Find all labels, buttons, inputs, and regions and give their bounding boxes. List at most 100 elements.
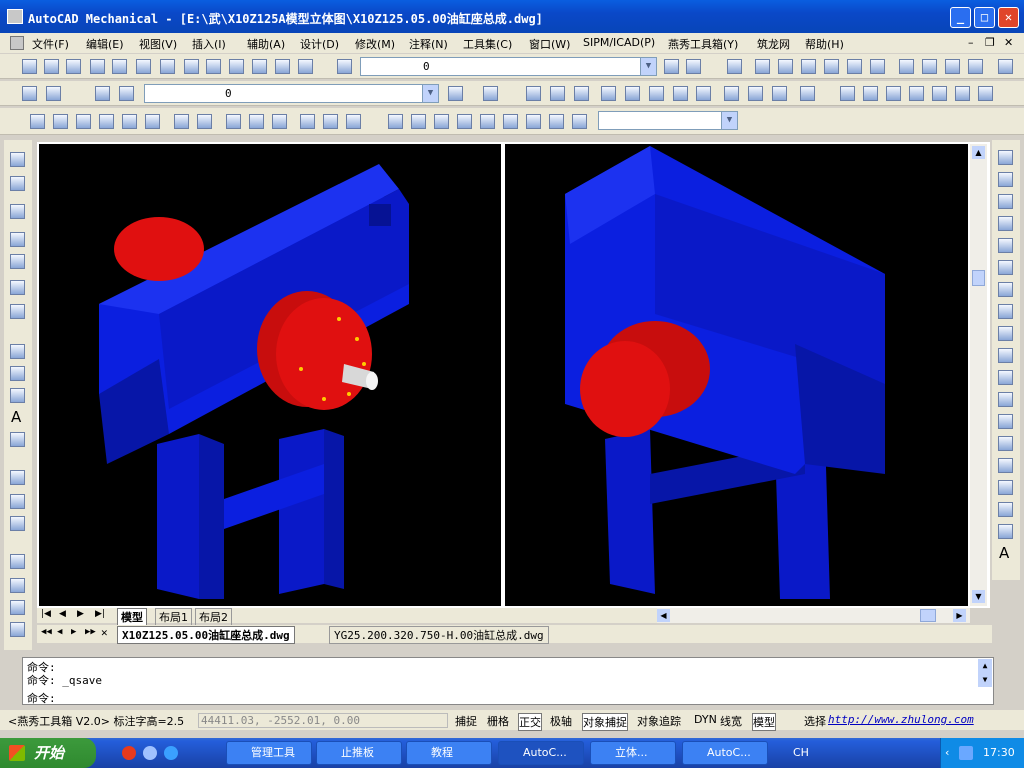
menu-modify[interactable]: 修改(M) [355,36,395,52]
viewport-right[interactable] [505,144,968,606]
redo-icon[interactable] [483,86,498,101]
network-icon[interactable] [959,746,973,760]
zhulong-link[interactable]: http://www.zhulong.com [828,713,974,726]
view-front-icon[interactable] [778,59,793,74]
menu-zhulong[interactable]: 筑龙网 [757,36,790,52]
minimize-button[interactable]: _ [950,7,971,28]
revolve-icon[interactable] [197,114,212,129]
doc-nav-first-icon[interactable]: ◀◀ [41,627,52,637]
view-icon[interactable] [727,59,742,74]
camera-icon[interactable] [998,59,1013,74]
make-block-icon[interactable] [998,414,1013,429]
polyline-icon[interactable] [998,194,1013,209]
chain-icon[interactable] [649,86,664,101]
hatch-icon[interactable] [998,458,1013,473]
cmd-scroll-down-icon[interactable]: ▼ [978,673,992,687]
arc-icon[interactable] [998,260,1013,275]
layer-combo-second[interactable]: 0 ▼ [144,84,439,103]
table-draw-icon[interactable] [998,524,1013,539]
insert-block-icon[interactable] [998,392,1013,407]
tool-14-icon[interactable] [10,516,25,531]
line-icon[interactable] [998,150,1013,165]
open-icon[interactable] [44,59,59,74]
view-left-icon[interactable] [801,59,816,74]
undo-icon[interactable] [448,86,463,101]
view-top-icon[interactable] [755,59,770,74]
setup-drawing-icon[interactable] [300,114,315,129]
command-prompt[interactable]: 命令: [27,690,56,706]
erase-icon[interactable] [22,86,37,101]
doc-tab-active[interactable]: X10Z125.05.00油缸座总成.dwg [117,626,295,644]
stop-icon[interactable] [696,86,711,101]
doc-nav-last-icon[interactable]: ▶▶ [85,627,96,637]
question-icon[interactable] [800,86,815,101]
binoculars-icon[interactable] [66,59,81,74]
scroll-down-icon[interactable]: ▼ [972,590,985,603]
zoom-icon[interactable] [411,114,426,129]
view-right-icon[interactable] [824,59,839,74]
region-icon[interactable] [998,502,1013,517]
mtext-icon[interactable]: A [999,544,1009,562]
ellipse-icon[interactable] [998,348,1013,363]
quicklaunch-1-icon[interactable] [122,746,136,760]
wire-cube-icon[interactable] [886,86,901,101]
toggle-osnap[interactable]: 对象捕捉 [582,713,628,731]
continuous-orbit-icon[interactable] [480,114,495,129]
iso-se-icon[interactable] [922,59,937,74]
ball-icon[interactable] [978,86,993,101]
task-manage-tools[interactable]: 管理工具 [226,741,312,765]
layer-prev-icon[interactable] [664,59,679,74]
tab-nav-next-icon[interactable]: ▶ [77,609,84,619]
section-icon[interactable] [272,114,287,129]
tree-icon[interactable] [252,59,267,74]
tool-10-icon[interactable] [10,388,25,403]
ellipse-arc-icon[interactable] [998,370,1013,385]
ruler-icon[interactable] [724,86,739,101]
spline-icon[interactable] [998,326,1013,341]
tab-nav-last-icon[interactable]: ▶| [95,609,105,619]
tool-5-icon[interactable] [10,254,25,269]
spell-icon[interactable] [206,59,221,74]
dim-linear-icon[interactable] [526,86,541,101]
menu-design[interactable]: 设计(D) [300,36,339,52]
tool-11-icon[interactable] [10,432,25,447]
free-orbit-icon[interactable] [457,114,472,129]
menu-file[interactable]: 文件(F) [32,36,69,52]
tool-6-icon[interactable] [10,280,25,295]
tool-7-icon[interactable] [10,304,25,319]
brush-icon[interactable] [772,86,787,101]
doc-close-button[interactable]: ✕ [1004,36,1013,49]
chevron-down-icon[interactable]: ▼ [640,58,656,75]
task-autocad-1[interactable]: AutoC... [498,741,584,765]
tool-13-icon[interactable] [10,494,25,509]
tool-4-icon[interactable] [10,232,25,247]
iso-ne-icon[interactable] [945,59,960,74]
task-3d[interactable]: 立体... [590,741,676,765]
cmd-scroll-up-icon[interactable]: ▲ [978,659,992,673]
close-button[interactable]: ✕ [998,7,1019,28]
slice-icon[interactable] [226,114,241,129]
shaded-cube-icon[interactable] [909,86,924,101]
toggle-ortho[interactable]: 正交 [518,713,542,731]
new-icon[interactable] [22,59,37,74]
toggle-grid[interactable]: 栅格 [487,713,509,729]
cylinder-icon[interactable] [76,114,91,129]
tool-17-icon[interactable] [10,600,25,615]
quicklaunch-2-icon[interactable] [143,746,157,760]
tab-nav-prev-icon[interactable]: ◀ [59,609,66,619]
language-indicator[interactable]: CH [793,746,809,759]
check-icon[interactable] [112,59,127,74]
task-thrust-plate[interactable]: 止推板 [316,741,402,765]
ie-icon[interactable] [164,746,178,760]
toggle-snap[interactable]: 捕捉 [455,713,477,729]
setup-profile-icon[interactable] [346,114,361,129]
toggle-lineweight[interactable]: 线宽 [720,713,742,729]
sphere-solid-icon[interactable] [53,114,68,129]
tab-layout1[interactable]: 布局1 [155,608,192,626]
layer-combo-top[interactable]: 0 ▼ [360,57,657,76]
list-icon[interactable] [136,59,151,74]
horizontal-scrollbar[interactable]: ◀ ▶ [655,608,970,623]
tool-15-icon[interactable] [10,554,25,569]
layer-manager-icon[interactable] [337,59,352,74]
construction-line-icon[interactable] [998,172,1013,187]
